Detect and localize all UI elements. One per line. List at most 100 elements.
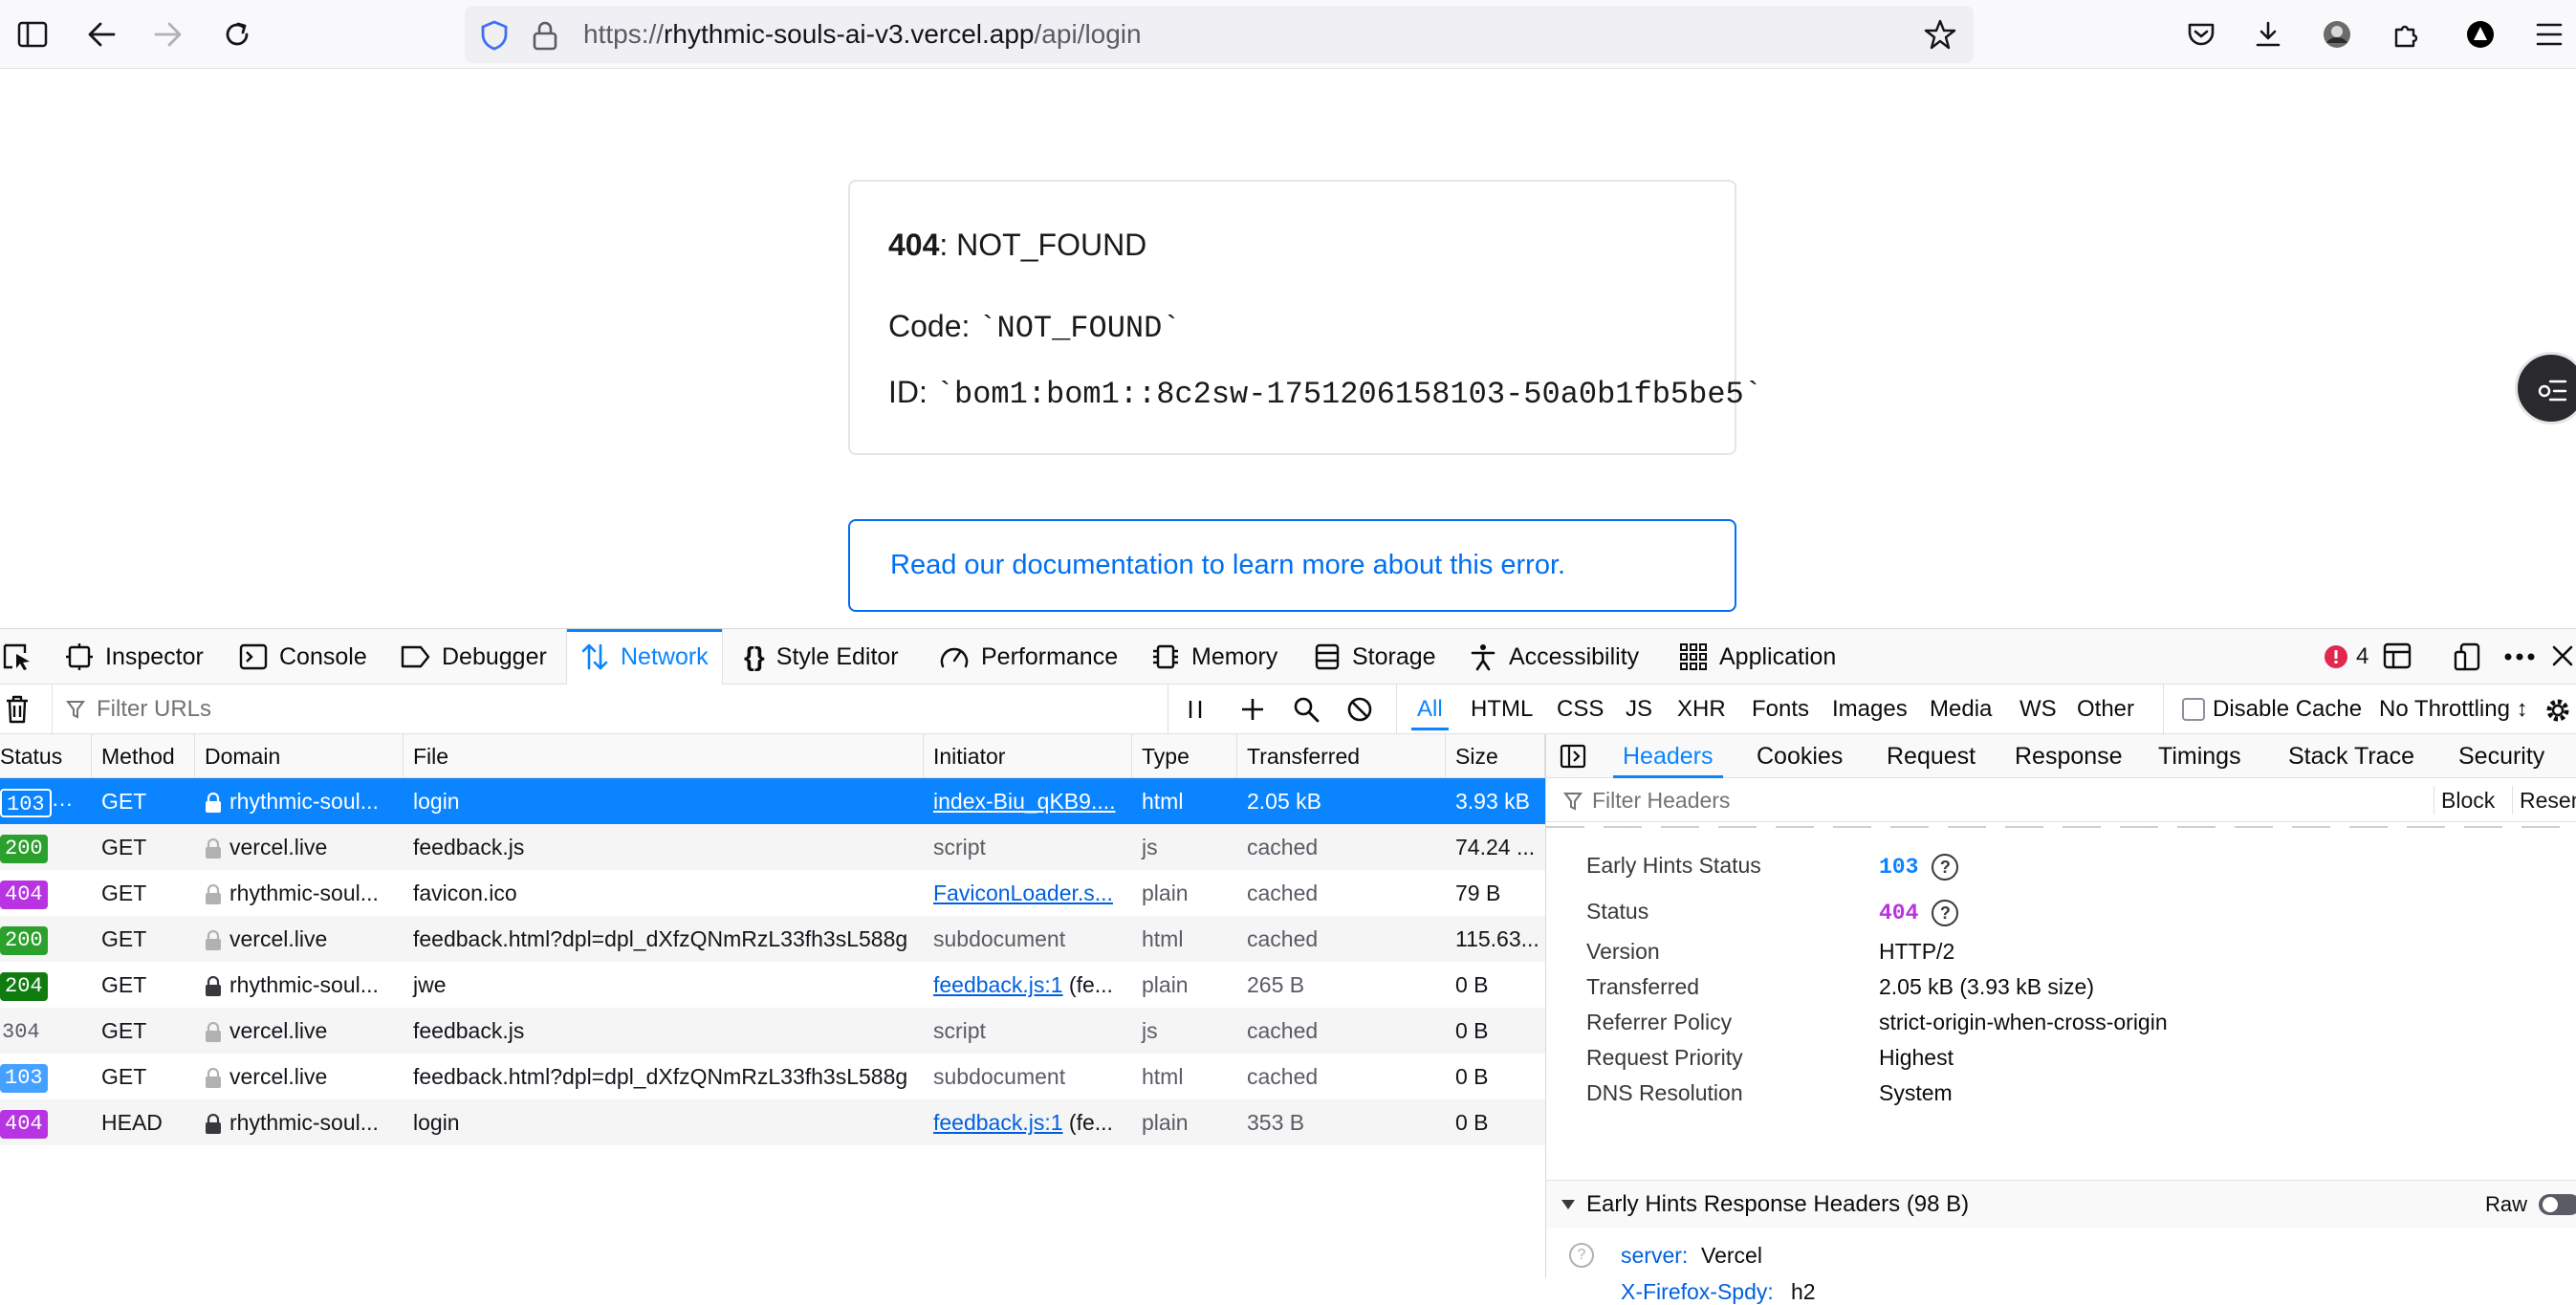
filter-xhr[interactable]: XHR xyxy=(1677,685,1726,734)
column-header-initiator[interactable]: Initiator xyxy=(924,734,1132,778)
search-icon[interactable] xyxy=(1293,696,1320,723)
pocket-icon[interactable] xyxy=(2180,13,2222,55)
initiator-link[interactable]: feedback.js:1 xyxy=(933,972,1063,997)
help-icon[interactable]: ? xyxy=(1932,853,1959,881)
summary-value: HTTP/2 xyxy=(1879,939,1954,965)
responsive-design-icon[interactable] xyxy=(2454,642,2482,671)
documentation-link[interactable]: Read our documentation to learn more abo… xyxy=(890,521,1565,610)
tab-accessibility[interactable]: Accessibility xyxy=(1469,629,1639,685)
domain-text: rhythmic-soul... xyxy=(229,972,379,997)
filter-js[interactable]: JS xyxy=(1626,685,1652,734)
filter-other[interactable]: Other xyxy=(2077,685,2134,734)
app-menu-icon[interactable] xyxy=(2528,13,2570,55)
extensions-puzzle-icon[interactable] xyxy=(2385,13,2427,55)
tracking-protection-shield-icon[interactable] xyxy=(480,20,509,51)
filter-images[interactable]: Images xyxy=(1832,685,1908,734)
dock-layout-icon[interactable] xyxy=(2383,642,2412,669)
tab-network[interactable]: Network xyxy=(566,629,723,685)
filter-html[interactable]: HTML xyxy=(1471,685,1533,734)
pause-icon[interactable] xyxy=(1186,698,1205,721)
filter-css[interactable]: CSS xyxy=(1557,685,1604,734)
initiator-link[interactable]: FaviconLoader.s... xyxy=(933,881,1113,905)
tab-inspector[interactable]: Inspector xyxy=(65,629,204,685)
details-tab-headers[interactable]: Headers xyxy=(1613,734,1722,778)
table-row[interactable]: 200 GET vercel.live feedback.js script js cach… xyxy=(0,824,1545,870)
table-row[interactable]: 404 HEAD rhythmic-soul... login feedback.js:… xyxy=(0,1099,1545,1145)
url-bar[interactable]: https://rhythmic-souls-ai-v3.vercel.app/… xyxy=(465,6,1974,63)
summary-value: System xyxy=(1879,1080,1953,1106)
table-row[interactable]: 103 304 GET vercel.live feedback.html?dpl=dp… xyxy=(0,1054,1545,1099)
filter-all[interactable]: All xyxy=(1411,685,1449,734)
early-hints-section-header[interactable]: Early Hints Response Headers (98 B) Raw xyxy=(1546,1181,2576,1229)
column-header-domain[interactable]: Domain xyxy=(195,734,404,778)
close-devtools-icon[interactable] xyxy=(2551,644,2574,669)
help-icon[interactable]: ? xyxy=(1932,899,1959,926)
toggle-sidebar-icon[interactable] xyxy=(1560,744,1586,769)
table-row[interactable]: 200 GET vercel.live feedback.html?dpl=dpl_d… xyxy=(0,916,1545,962)
block-button[interactable]: Block xyxy=(2441,778,2495,822)
tab-style-editor[interactable]: {} Style Editor xyxy=(744,629,899,685)
documentation-card[interactable]: Read our documentation to learn more abo… xyxy=(848,519,1736,612)
bookmark-star-icon[interactable] xyxy=(1924,19,1956,50)
table-row[interactable]: 103404 GET rhythmic-soul... login index-Biu_… xyxy=(0,778,1545,824)
table-row[interactable]: 404 GET rhythmic-soul... favicon.ico Favicon… xyxy=(0,870,1545,916)
column-header-type[interactable]: Type xyxy=(1132,734,1237,778)
lock-icon xyxy=(206,1067,221,1088)
filter-headers-input[interactable]: Filter Headers xyxy=(1592,778,1730,822)
more-options-icon[interactable] xyxy=(2503,642,2536,671)
error-card: 404: NOT_FOUND Code: `NOT_FOUND` ID: `bo… xyxy=(848,180,1762,455)
url-text[interactable]: https://rhythmic-souls-ai-v3.vercel.app/… xyxy=(583,6,1142,63)
tab-label: Performance xyxy=(981,642,1119,670)
details-tab-security[interactable]: Security xyxy=(2458,734,2544,778)
tab-storage[interactable]: Storage xyxy=(1314,629,1436,685)
tab-debugger[interactable]: Debugger xyxy=(400,629,547,685)
tab-memory[interactable]: Memory xyxy=(1151,629,1277,685)
details-tab-timings[interactable]: Timings xyxy=(2158,734,2241,778)
initiator-link[interactable]: feedback.js:1 xyxy=(933,1110,1063,1135)
error-counter[interactable]: 4 xyxy=(2324,642,2369,671)
table-row[interactable]: 204 GET rhythmic-soul... jwe feedback.js:1 (… xyxy=(0,962,1545,1008)
sidebar-toggle-icon[interactable] xyxy=(11,13,54,55)
tab-console[interactable]: Console xyxy=(239,629,367,685)
filter-ws[interactable]: WS xyxy=(2019,685,2057,734)
downloads-icon[interactable] xyxy=(2247,13,2289,55)
column-header-status[interactable]: Status xyxy=(0,734,92,778)
cell-size: 3.93 kB xyxy=(1455,789,1530,814)
lock-icon[interactable] xyxy=(532,20,558,51)
table-row[interactable]: 304 GET vercel.live feedback.js script js cach… xyxy=(0,1008,1545,1054)
help-icon[interactable]: ? xyxy=(1569,1243,1594,1268)
details-tab-cookies[interactable]: Cookies xyxy=(1757,734,1843,778)
disable-cache-label[interactable]: Disable Cache xyxy=(2213,685,2362,734)
block-requests-icon[interactable] xyxy=(1346,696,1373,723)
floating-panel-button[interactable] xyxy=(2515,352,2576,424)
details-tab-stack-trace[interactable]: Stack Trace xyxy=(2288,734,2414,778)
tab-performance[interactable]: Performance xyxy=(939,629,1118,685)
pick-element-icon[interactable] xyxy=(2,642,33,671)
resend-button[interactable]: Resen xyxy=(2520,778,2576,822)
raw-toggle-switch[interactable] xyxy=(2539,1194,2576,1215)
cell-initiator: subdocument xyxy=(924,916,1132,962)
add-request-icon[interactable] xyxy=(1239,696,1266,723)
disable-cache-checkbox[interactable] xyxy=(2182,698,2205,721)
reload-icon[interactable] xyxy=(216,13,258,55)
forward-icon[interactable] xyxy=(147,13,189,55)
column-header-file[interactable]: File xyxy=(404,734,924,778)
details-tab-response[interactable]: Response xyxy=(2015,734,2123,778)
filter-fonts[interactable]: Fonts xyxy=(1752,685,1809,734)
account-icon[interactable] xyxy=(2459,13,2501,55)
clear-trash-icon[interactable] xyxy=(4,694,31,725)
throttling-select[interactable]: No Throttling ↕ xyxy=(2379,685,2528,734)
tab-application[interactable]: Application xyxy=(1679,629,1836,685)
profile-avatar-icon[interactable] xyxy=(2316,13,2358,55)
back-icon[interactable] xyxy=(80,13,122,55)
initiator-link[interactable]: index-Biu_qKB9.... xyxy=(933,789,1116,814)
column-header-size[interactable]: Size xyxy=(1446,734,1545,778)
details-tab-request[interactable]: Request xyxy=(1887,734,1976,778)
network-settings-gear-icon[interactable] xyxy=(2543,696,2572,725)
column-header-transferred[interactable]: Transferred xyxy=(1237,734,1446,778)
request-details-panel: Headers Cookies Request Response Timings… xyxy=(1545,734,2576,1304)
column-header-method[interactable]: Method xyxy=(92,734,195,778)
filter-media[interactable]: Media xyxy=(1930,685,1992,734)
filter-urls-input[interactable]: Filter URLs xyxy=(52,685,1168,734)
code-value: `NOT_FOUND` xyxy=(978,311,1181,346)
